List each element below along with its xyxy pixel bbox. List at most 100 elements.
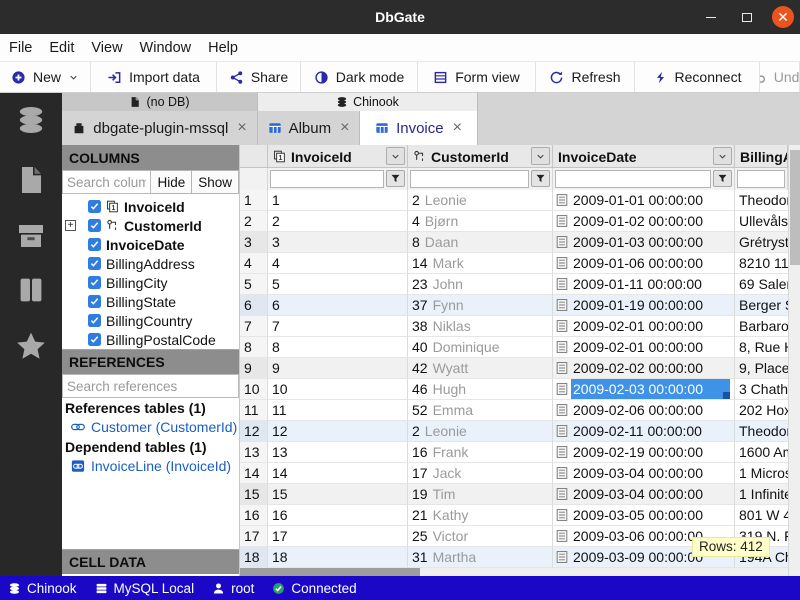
grid-header-invoiceid[interactable]: 1InvoiceId [268, 145, 408, 168]
column-menu-button[interactable] [531, 147, 550, 165]
column-menu-button[interactable] [386, 147, 405, 165]
tab-dbgate-plugin-mssql[interactable]: dbgate-plugin-mssql× [62, 111, 258, 145]
column-item-invoiceid[interactable]: 1InvoiceId [62, 197, 239, 216]
minimize-button[interactable] [700, 6, 722, 28]
cell-invoiceid[interactable]: 9 [268, 358, 408, 379]
cell-invoiceid[interactable]: 12 [268, 421, 408, 442]
filter-funnel-button[interactable] [713, 170, 732, 187]
cell-customerid[interactable]: 25Victor [408, 526, 553, 547]
checkbox-checked[interactable] [88, 276, 101, 289]
invoicedate-value[interactable]: 2009-02-06 00:00:00 [571, 400, 730, 420]
checkbox-checked[interactable] [88, 238, 101, 251]
cell-invoicedate[interactable]: 2009-02-01 00:00:00 [553, 316, 735, 337]
tab-close-icon[interactable]: × [453, 119, 462, 137]
fill-handle[interactable] [723, 392, 730, 399]
cell-billingaddress[interactable]: 202 Hoxton Street [735, 400, 788, 421]
tab-close-icon[interactable]: × [340, 119, 349, 137]
row-number[interactable]: 12 [240, 421, 268, 442]
cell-invoicedate[interactable]: 2009-01-01 00:00:00 [553, 190, 735, 211]
column-item-invoicedate[interactable]: InvoiceDate [62, 235, 239, 254]
column-item-billingstate[interactable]: BillingState [62, 292, 239, 311]
column-item-billingaddress[interactable]: BillingAddress [62, 254, 239, 273]
toolbar-reconnect-button[interactable]: Reconnect [635, 62, 760, 92]
cell-billingaddress[interactable]: Grétrystraat 63 [735, 232, 788, 253]
selected-cell[interactable]: 2009-02-03 00:00:00 [571, 379, 730, 399]
invoicedate-value[interactable]: 2009-01-03 00:00:00 [571, 232, 730, 252]
toolbar-form-view-button[interactable]: Form view [418, 62, 536, 92]
column-item-customerid[interactable]: +CustomerId [62, 216, 239, 235]
cell-customerid[interactable]: 19Tim [408, 484, 553, 505]
tab-invoice[interactable]: Invoice× [360, 111, 478, 145]
cell-billingaddress[interactable]: Theodor-Heuss-Straße 34 [735, 421, 788, 442]
cell-invoicedate[interactable]: 2009-01-03 00:00:00 [553, 232, 735, 253]
cell-customerid[interactable]: 2Leonie [408, 190, 553, 211]
cell-invoicedate[interactable]: 2009-01-11 00:00:00 [553, 274, 735, 295]
cell-invoiceid[interactable]: 14 [268, 463, 408, 484]
cell-customerid[interactable]: 21Kathy [408, 505, 553, 526]
cell-billingaddress[interactable]: 8210 111 ST NW [735, 253, 788, 274]
toolbar-refresh-button[interactable]: Refresh [536, 62, 635, 92]
cell-invoiceid[interactable]: 7 [268, 316, 408, 337]
cell-invoiceid[interactable]: 2 [268, 211, 408, 232]
row-number[interactable]: 2 [240, 211, 268, 232]
filter-input-invoiceid[interactable] [270, 170, 384, 188]
checkbox-checked[interactable] [88, 295, 101, 308]
sidebar-book-button[interactable] [14, 273, 48, 307]
menu-edit[interactable]: Edit [49, 40, 74, 56]
cell-customerid[interactable]: 14Mark [408, 253, 553, 274]
row-number[interactable]: 5 [240, 274, 268, 295]
menu-window[interactable]: Window [140, 40, 192, 56]
invoicedate-value[interactable]: 2009-01-19 00:00:00 [571, 295, 730, 315]
cell-billingaddress[interactable]: Barbarossastraße 19 [735, 316, 788, 337]
column-item-billingcity[interactable]: BillingCity [62, 273, 239, 292]
cell-billingaddress[interactable]: 1 Microsoft Way [735, 463, 788, 484]
row-number[interactable]: 11 [240, 400, 268, 421]
cell-invoiceid[interactable]: 1 [268, 190, 408, 211]
statusbar-root[interactable]: root [212, 581, 254, 596]
cell-billingaddress[interactable]: 8, Rue Hanovre [735, 337, 788, 358]
checkbox-checked[interactable] [88, 219, 101, 232]
column-menu-button[interactable] [713, 147, 732, 165]
invoicedate-value[interactable]: 2009-01-01 00:00:00 [571, 190, 730, 210]
toolbar-import-data-button[interactable]: Import data [91, 62, 217, 92]
cell-customerid[interactable]: 17Jack [408, 463, 553, 484]
row-number[interactable]: 1 [240, 190, 268, 211]
menu-view[interactable]: View [91, 40, 122, 56]
cell-invoicedate[interactable]: 2009-02-06 00:00:00 [553, 400, 735, 421]
cell-data-panel-header[interactable]: CELL DATA [62, 549, 239, 574]
invoicedate-value[interactable]: 2009-02-19 00:00:00 [571, 442, 730, 462]
statusbar-connected[interactable]: Connected [272, 581, 356, 596]
tab-group-chinook[interactable]: Chinook [258, 93, 478, 111]
grid-header-invoicedate[interactable]: InvoiceDate [553, 145, 735, 168]
cell-customerid[interactable]: 8Daan [408, 232, 553, 253]
invoicedate-value[interactable]: 2009-03-04 00:00:00 [571, 484, 730, 504]
reference-link-customer-customerid-[interactable]: Customer (CustomerId) [62, 417, 239, 437]
cell-invoiceid[interactable]: 13 [268, 442, 408, 463]
reference-link-invoiceline-invoiceid-[interactable]: InvoiceLine (InvoiceId) [62, 456, 239, 476]
cell-billingaddress[interactable]: Berger Straße 10 [735, 295, 788, 316]
statusbar-chinook[interactable]: Chinook [8, 581, 77, 596]
row-number[interactable]: 14 [240, 463, 268, 484]
row-number[interactable]: 16 [240, 505, 268, 526]
row-number[interactable]: 3 [240, 232, 268, 253]
invoicedate-value[interactable]: 2009-02-01 00:00:00 [571, 337, 730, 357]
cell-invoicedate[interactable]: 2009-02-02 00:00:00 [553, 358, 735, 379]
row-number[interactable]: 8 [240, 337, 268, 358]
cell-customerid[interactable]: 2Leonie [408, 421, 553, 442]
cell-billingaddress[interactable]: Theodor-Heuss-Straße 34 [735, 190, 788, 211]
invoicedate-value[interactable]: 2009-01-02 00:00:00 [571, 211, 730, 231]
filter-input-customerid[interactable] [410, 170, 529, 188]
cell-invoiceid[interactable]: 3 [268, 232, 408, 253]
statusbar-mysql-local[interactable]: MySQL Local [95, 581, 195, 596]
cell-invoicedate[interactable]: 2009-02-03 00:00:00 [553, 379, 735, 400]
horizontal-scrollbar[interactable] [240, 568, 788, 576]
checkbox-checked[interactable] [88, 314, 101, 327]
tab-album[interactable]: Album× [258, 111, 360, 145]
cell-billingaddress[interactable]: 1600 Amphitheatre Parkway [735, 442, 788, 463]
cell-billingaddress[interactable]: 801 W 4th Street [735, 505, 788, 526]
filter-funnel-button[interactable] [531, 170, 550, 187]
tab-group--no-db-[interactable]: (no DB) [62, 93, 258, 111]
vertical-scrollbar-thumb[interactable] [790, 150, 800, 265]
row-number[interactable]: 17 [240, 526, 268, 547]
cell-billingaddress[interactable]: 69 Salem Street [735, 274, 788, 295]
